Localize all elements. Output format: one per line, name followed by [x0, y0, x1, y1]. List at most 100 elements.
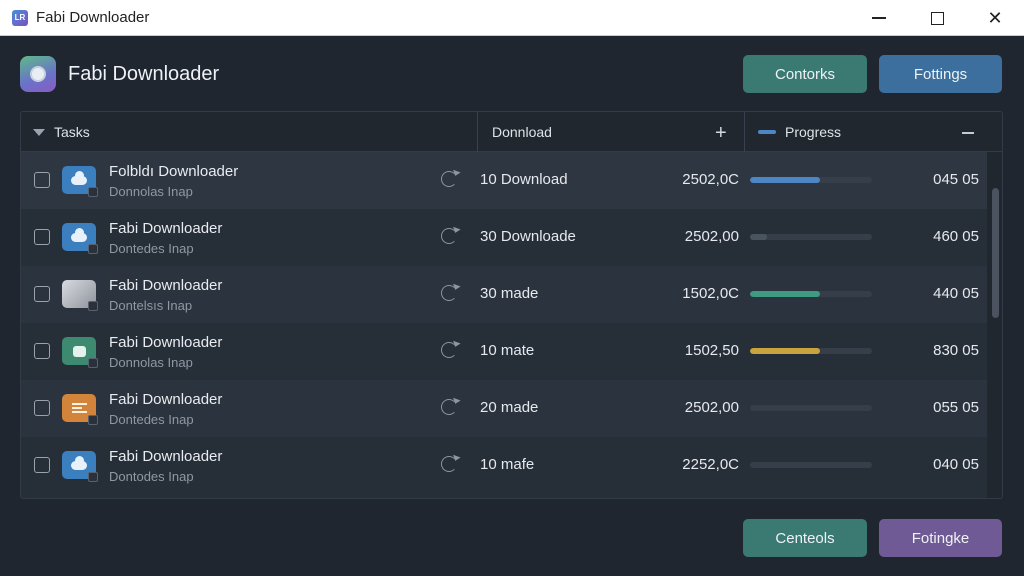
file-badge-icon	[88, 358, 98, 368]
download-count: 10 mafe	[480, 456, 535, 473]
cloud-icon	[62, 223, 98, 254]
download-count: 30 made	[480, 285, 539, 302]
close-icon: ✕	[987, 8, 1003, 28]
maximize-icon	[930, 11, 944, 25]
file-badge-icon	[88, 187, 98, 197]
column-progress[interactable]: Progress	[758, 112, 841, 152]
file-badge-icon	[88, 301, 98, 311]
row-checkbox[interactable]	[34, 286, 50, 302]
file-name: Fabi Downloader	[109, 391, 223, 408]
file-size: 2502,0C	[682, 171, 739, 188]
table-row[interactable]: Folbldı Downloader Donnolas Inap 10 Downlo…	[21, 152, 987, 209]
task-table: Tasks Donnload + Progress Folbldı Downlo…	[20, 111, 1003, 499]
fottings-button[interactable]: Fottings	[879, 55, 1002, 93]
progress-bar	[750, 462, 872, 468]
download-icon	[30, 66, 46, 82]
progress-fill	[750, 348, 820, 354]
progress-bar	[750, 348, 872, 354]
table-row[interactable]: Fabi Downloader Dontelsıs Inap 30 made 1502…	[21, 266, 987, 323]
file-size: 1502,50	[684, 342, 739, 359]
table-row[interactable]: Fabi Downloader Dontedes Inap 30 Downloade…	[21, 209, 987, 266]
fotingke-button[interactable]: Fotingke	[879, 519, 1002, 557]
progress-indicator-icon	[758, 130, 776, 134]
minimize-button[interactable]	[850, 0, 908, 36]
lines-shape	[71, 403, 87, 413]
window-controls: ✕	[850, 0, 1024, 36]
row-checkbox[interactable]	[34, 400, 50, 416]
download-count: 20 made	[480, 399, 539, 416]
cloud-icon	[62, 166, 98, 197]
minimize-icon	[872, 17, 886, 19]
progress-bar	[750, 234, 872, 240]
progress-bar	[750, 291, 872, 297]
row-checkbox[interactable]	[34, 229, 50, 245]
progress-fill	[750, 234, 768, 240]
refresh-icon[interactable]	[441, 228, 457, 244]
file-badge-icon	[88, 415, 98, 425]
window-title: Fabi Downloader	[36, 9, 150, 26]
chat-shape	[72, 345, 86, 357]
table-row[interactable]: Fabi Downloader Dontodes Inap 10 mafe 2252,…	[21, 437, 987, 494]
file-subtitle: Dontedes Inap	[109, 241, 194, 256]
file-name: Fabi Downloader	[109, 448, 223, 465]
progress-value: 460 05	[933, 228, 979, 245]
cloud-shape	[71, 227, 87, 242]
progress-bar	[750, 405, 872, 411]
progress-fill	[750, 291, 820, 297]
file-subtitle: Dontedes Inap	[109, 412, 194, 427]
refresh-icon[interactable]	[441, 342, 457, 358]
refresh-icon[interactable]	[441, 171, 457, 187]
file-size: 2252,0C	[682, 456, 739, 473]
file-size: 2502,00	[684, 228, 739, 245]
table-row[interactable]: Fabi Downloader Dontedes Inap 20 made 2502,…	[21, 380, 987, 437]
row-checkbox[interactable]	[34, 343, 50, 359]
page-title: Fabi Downloader	[68, 62, 220, 85]
row-checkbox[interactable]	[34, 457, 50, 473]
row-checkbox[interactable]	[34, 172, 50, 188]
centeols-button[interactable]: Centeols	[743, 519, 867, 557]
download-count: 30 Downloade	[480, 228, 576, 245]
contorks-button[interactable]: Contorks	[743, 55, 867, 93]
file-subtitle: Dontodes Inap	[109, 469, 194, 484]
scrollbar[interactable]	[987, 152, 1002, 498]
file-subtitle: Dontelsıs Inap	[109, 298, 193, 313]
progress-value: 440 05	[933, 285, 979, 302]
progress-value: 055 05	[933, 399, 979, 416]
app-logo-icon: LR	[12, 9, 28, 26]
chat-icon	[62, 337, 98, 368]
app-icon	[20, 56, 56, 92]
collapse-minus-icon[interactable]	[962, 132, 974, 134]
refresh-icon[interactable]	[441, 285, 457, 301]
column-tasks[interactable]: Tasks	[33, 112, 90, 152]
file-subtitle: Donnolas Inap	[109, 184, 193, 199]
download-count: 10 mate	[480, 342, 535, 359]
title-bar: LR Fabi Downloader ✕	[0, 0, 1024, 36]
file-name: Fabi Downloader	[109, 220, 223, 237]
image-icon	[62, 280, 98, 311]
progress-value: 045 05	[933, 171, 979, 188]
refresh-icon[interactable]	[441, 456, 457, 472]
refresh-icon[interactable]	[441, 399, 457, 415]
table-header: Tasks Donnload + Progress	[21, 112, 1002, 152]
progress-fill	[750, 177, 820, 183]
collapse-triangle-icon	[33, 128, 45, 136]
file-size: 1502,0C	[682, 285, 739, 302]
file-subtitle: Donnolas Inap	[109, 355, 193, 370]
scrollbar-thumb[interactable]	[992, 188, 999, 318]
maximize-button[interactable]	[908, 0, 966, 36]
file-badge-icon	[88, 244, 98, 254]
column-download[interactable]: Donnload	[492, 112, 552, 152]
file-name: Folbldı Downloader	[109, 163, 239, 180]
cloud-icon	[62, 451, 98, 482]
file-size: 2502,00	[684, 399, 739, 416]
table-row[interactable]: Fabi Downloader Donnolas Inap 10 mate 1502,…	[21, 323, 987, 380]
progress-bar	[750, 177, 872, 183]
document-icon	[62, 394, 98, 425]
cloud-shape	[71, 170, 87, 185]
progress-value: 040 05	[933, 456, 979, 473]
cloud-shape	[71, 455, 87, 470]
close-button[interactable]: ✕	[966, 0, 1024, 36]
file-name: Fabi Downloader	[109, 277, 223, 294]
app-header: Fabi Downloader	[20, 54, 219, 94]
add-icon[interactable]: +	[715, 122, 727, 145]
